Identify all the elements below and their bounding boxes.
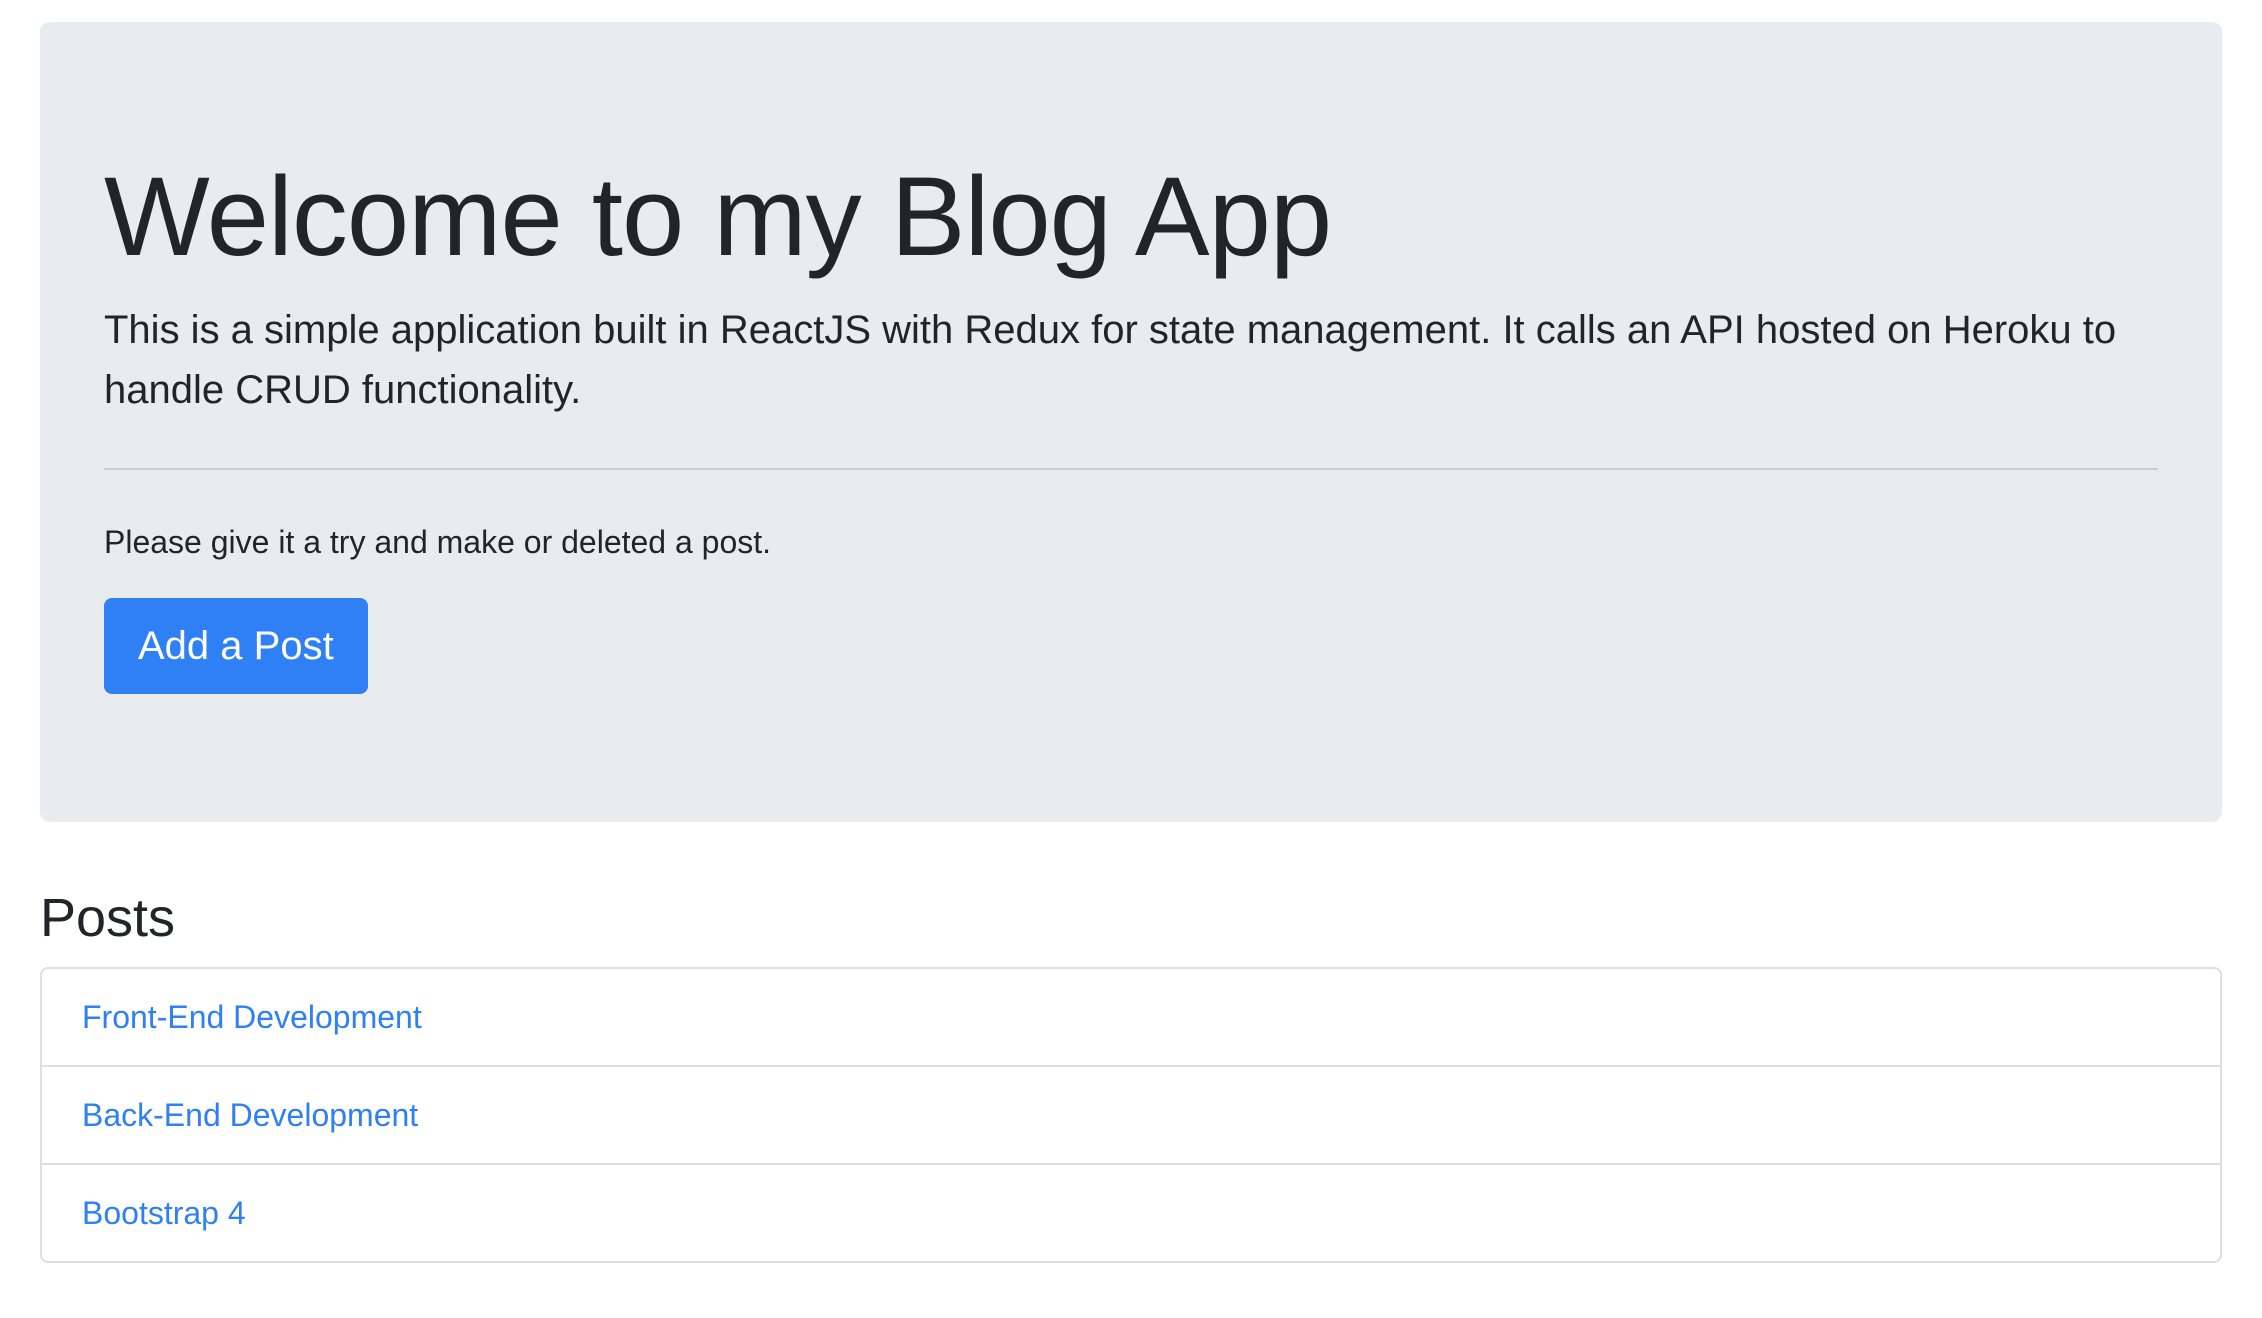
divider <box>104 468 2158 471</box>
posts-list: Front-End Development Back-End Developme… <box>40 967 2222 1264</box>
post-link-back-end[interactable]: Back-End Development <box>82 1097 418 1133</box>
list-item: Bootstrap 4 <box>42 1163 2220 1261</box>
post-link-bootstrap[interactable]: Bootstrap 4 <box>82 1195 246 1231</box>
list-item: Back-End Development <box>42 1065 2220 1163</box>
page-container: Welcome to my Blog App This is a simple … <box>0 0 2262 1264</box>
page-title: Welcome to my Blog App <box>104 154 1332 279</box>
add-post-button[interactable]: Add a Post <box>104 598 368 695</box>
lead-text: This is a simple application built in Re… <box>104 308 2117 413</box>
post-link-front-end[interactable]: Front-End Development <box>82 999 422 1035</box>
list-item: Front-End Development <box>42 969 2220 1065</box>
prompt-text: Please give it a try and make or deleted… <box>104 524 772 561</box>
jumbotron: Welcome to my Blog App This is a simple … <box>40 22 2222 823</box>
posts-heading: Posts <box>40 888 176 949</box>
